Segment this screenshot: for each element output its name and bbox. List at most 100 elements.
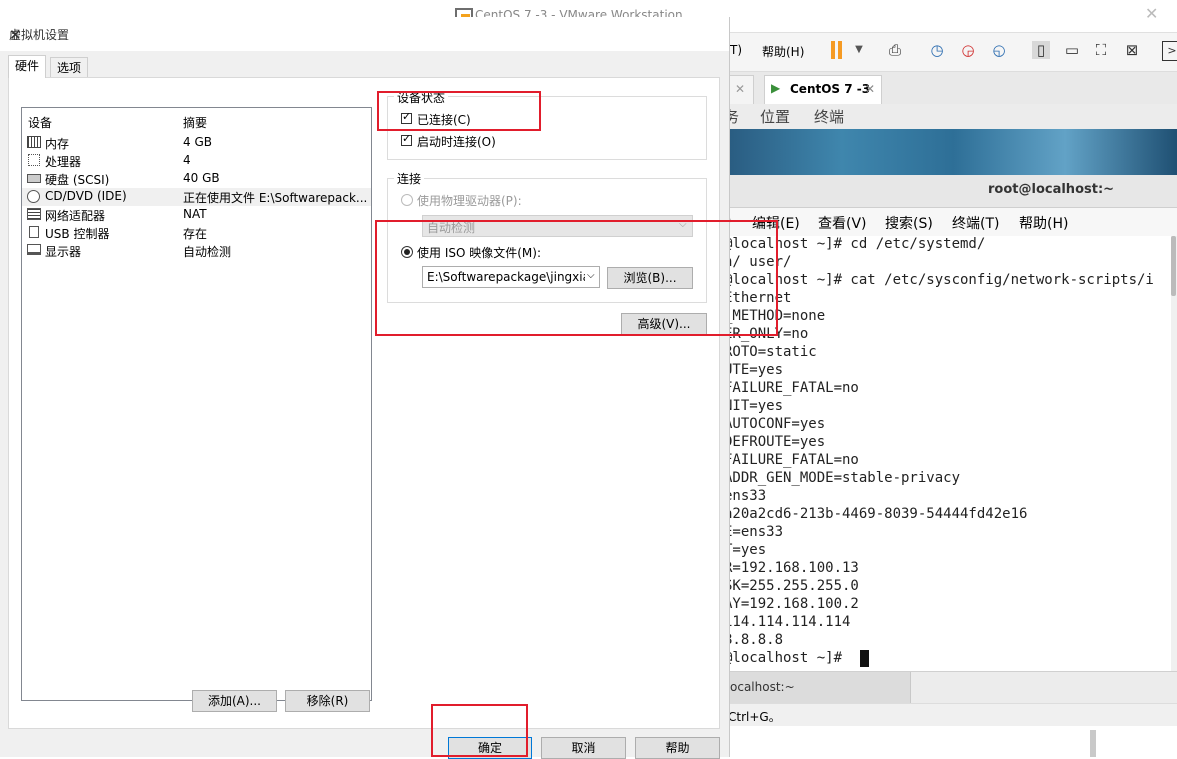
help-button[interactable]: 帮助 xyxy=(635,737,720,759)
terminal-line: DEFROUTE=yes xyxy=(724,434,826,450)
terminal-menubar: ) 编辑(E) 查看(V) 搜索(S) 终端(T) 帮助(H) xyxy=(726,208,1177,236)
taskbar-item-label: ocalhost:~ xyxy=(730,680,795,694)
terminal-icon[interactable]: > xyxy=(1162,41,1177,61)
column-header-summary[interactable]: 摘要 xyxy=(183,114,207,131)
vm-settings-dialog: 虚拟机设置 ✕ 硬件 选项 设备 摘要 内存 4 GB 处理器 4 硬盘 (SC… xyxy=(0,17,730,759)
status-divider xyxy=(1090,730,1096,757)
terminal-line: AY=192.168.100.2 xyxy=(724,596,859,612)
console-view-icon[interactable]: ▭ xyxy=(1063,41,1081,59)
terminal-line: @localhost ~]# cat /etc/sysconfig/networ… xyxy=(724,272,1154,288)
terminal-line: NIT=yes xyxy=(724,398,784,414)
add-device-button[interactable]: 添加(A)... xyxy=(192,690,277,712)
terminal-titlebar: root@localhost:~ xyxy=(730,175,1177,208)
connection-label: 连接 xyxy=(394,170,425,187)
close-icon[interactable]: ✕ xyxy=(865,82,875,96)
tab-label: CentOS 7 -3 xyxy=(790,82,871,96)
annotation-box-ok xyxy=(431,704,528,757)
status-text: Ctrl+G。 xyxy=(728,710,781,724)
device-name: 处理器 xyxy=(45,155,82,169)
device-name: 显示器 xyxy=(45,245,82,259)
device-row-memory[interactable]: 内存 4 GB xyxy=(22,134,371,152)
terminal-line: FAILURE_FATAL=no xyxy=(724,452,859,468)
terminal-line: FAILURE_FATAL=no xyxy=(724,380,859,396)
tab-centos[interactable]: ▶ CentOS 7 -3 ✕ xyxy=(764,75,882,104)
vm-icon: ▶ xyxy=(771,81,781,95)
gnome-menu-places[interactable]: 位置 xyxy=(760,106,790,127)
snapshot-icon[interactable]: ◷ xyxy=(928,41,946,59)
taskbar: ocalhost:~ xyxy=(726,671,1177,704)
device-list[interactable]: 设备 摘要 内存 4 GB 处理器 4 硬盘 (SCSI) 40 GB CD/D… xyxy=(21,107,372,701)
terminal-line: ADDR_GEN_MODE=stable-privacy xyxy=(724,470,961,486)
column-header-device[interactable]: 设备 xyxy=(28,114,52,131)
device-row-cddvd[interactable]: CD/DVD (IDE) 正在使用文件 E:\Softwarepack... xyxy=(22,188,371,206)
physical-drive-radio[interactable] xyxy=(401,194,413,206)
terminal-line: a20a2cd6-213b-4469-8039-54444fd42e16 xyxy=(724,506,1028,522)
terminal-line: AUTOCONF=yes xyxy=(724,416,826,432)
close-icon[interactable]: ✕ xyxy=(1145,4,1158,23)
menu-tabs[interactable]: T) xyxy=(730,43,742,57)
scrollbar-thumb[interactable] xyxy=(1171,236,1176,296)
device-summary: NAT xyxy=(183,207,207,221)
terminal-line: E=ens33 xyxy=(724,524,784,540)
terminal-line: R=192.168.100.13 xyxy=(724,560,859,576)
device-name: 网络适配器 xyxy=(45,209,106,223)
tab-options[interactable]: 选项 xyxy=(50,57,89,78)
revert-snapshot-icon[interactable]: ◶ xyxy=(959,41,977,59)
terminal-line: 8.8.8.8 xyxy=(724,632,784,648)
terminal-menu-terminal[interactable]: 终端(T) xyxy=(952,213,999,233)
terminal-output[interactable]: @localhost ~]# cd /etc/systemd/ n/ user/… xyxy=(724,236,1177,676)
device-name: 内存 xyxy=(45,137,70,151)
sidebar-toggle-icon[interactable]: ▯ xyxy=(1032,41,1050,59)
fullscreen-icon[interactable]: ⛶ xyxy=(1092,41,1110,59)
cancel-button[interactable]: 取消 xyxy=(541,737,626,759)
unity-icon[interactable]: ⊠ xyxy=(1123,41,1141,59)
pause-icon[interactable] xyxy=(831,41,835,59)
network-icon xyxy=(27,208,41,220)
pause-icon-bar xyxy=(838,41,842,59)
guest-display[interactable]: 务 位置 终端 root@localhost:~ ) 编辑(E) 查看(V) 搜… xyxy=(724,104,1177,704)
terminal-scrollbar[interactable] xyxy=(1171,236,1177,676)
terminal-prompt: @localhost ~]# xyxy=(724,650,851,666)
connect-on-start-checkbox[interactable] xyxy=(401,132,412,146)
close-icon[interactable]: ✕ xyxy=(735,82,745,96)
terminal-menu-help[interactable]: 帮助(H) xyxy=(1019,213,1068,233)
usb-icon xyxy=(29,226,39,238)
terminal-menu-view[interactable]: 查看(V) xyxy=(818,213,867,233)
gnome-menu-terminal[interactable]: 终端 xyxy=(814,106,844,127)
device-summary: 40 GB xyxy=(183,171,220,185)
monitor-icon xyxy=(27,244,41,255)
cpu-icon xyxy=(28,154,40,166)
device-row-display[interactable]: 显示器 自动检测 xyxy=(22,242,371,260)
physical-drive-label[interactable]: 使用物理驱动器(P): xyxy=(417,192,522,209)
chevron-down-icon[interactable]: ▼ xyxy=(850,41,868,59)
close-icon[interactable]: ✕ xyxy=(9,26,22,44)
device-name: 硬盘 (SCSI) xyxy=(45,173,110,187)
annotation-box-connection xyxy=(375,220,778,336)
dialog-titlebar: 虚拟机设置 ✕ xyxy=(0,17,729,51)
cd-icon xyxy=(27,190,40,203)
remove-device-button[interactable]: 移除(R) xyxy=(285,690,370,712)
terminal-line: ens33 xyxy=(724,488,767,504)
terminal-line: 114.114.114.114 xyxy=(724,614,851,630)
device-name: USB 控制器 xyxy=(45,227,110,241)
terminal-line: ROTO=static xyxy=(724,344,817,360)
device-row-network[interactable]: 网络适配器 NAT xyxy=(22,206,371,224)
terminal-menu-search[interactable]: 搜索(S) xyxy=(885,213,933,233)
terminal-line: SK=255.255.255.0 xyxy=(724,578,859,594)
device-row-processor[interactable]: 处理器 4 xyxy=(22,152,371,170)
device-summary: 正在使用文件 E:\Softwarepack... xyxy=(183,191,368,205)
device-row-usb[interactable]: USB 控制器 存在 xyxy=(22,224,371,242)
menu-help[interactable]: 帮助(H) xyxy=(762,43,804,60)
snapshot-manager-icon[interactable]: ◵ xyxy=(990,41,1008,59)
vmware-bottom-area xyxy=(730,726,1177,757)
send-keys-icon[interactable]: ⎙ xyxy=(886,41,904,59)
taskbar-terminal-item[interactable]: ocalhost:~ xyxy=(726,672,911,703)
device-row-harddisk[interactable]: 硬盘 (SCSI) 40 GB xyxy=(22,170,371,188)
tab-hardware[interactable]: 硬件 xyxy=(8,55,47,78)
connect-on-start-label[interactable]: 启动时连接(O) xyxy=(417,133,496,150)
terminal-line: T=yes xyxy=(724,542,767,558)
annotation-box-device-status xyxy=(377,91,541,131)
vmware-status-bar: Ctrl+G。 xyxy=(728,703,1177,726)
terminal-cursor xyxy=(860,650,869,667)
vm-tabs-bar: ✕ ▶ CentOS 7 -3 ✕ xyxy=(724,72,1177,104)
